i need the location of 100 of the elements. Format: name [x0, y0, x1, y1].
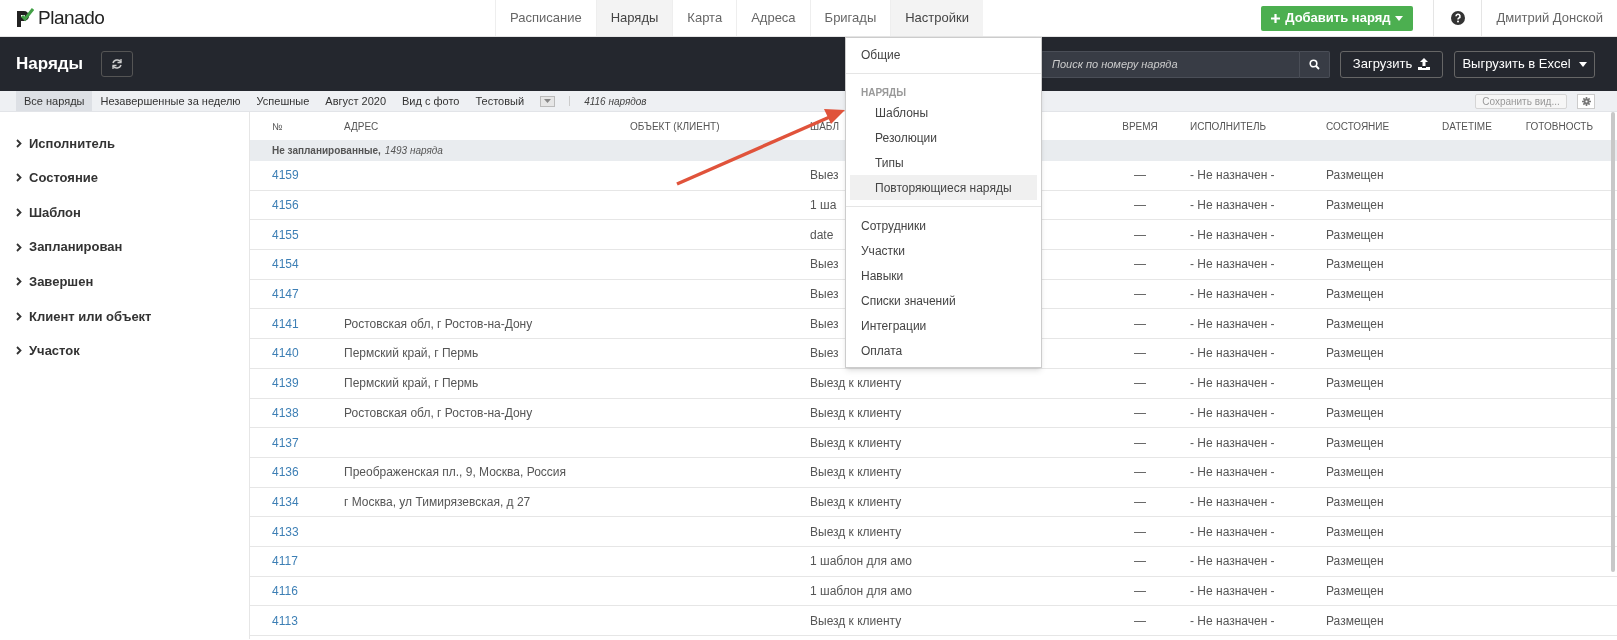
upload-button[interactable]: Загрузить	[1340, 50, 1443, 78]
menu-item[interactable]: Сотрудники	[846, 213, 1041, 238]
template-cell: Выез	[810, 168, 839, 183]
order-link[interactable]: 4159	[272, 168, 299, 183]
nav-tab[interactable]: Наряды	[595, 0, 673, 36]
menu-item[interactable]: Списки значений	[846, 288, 1041, 313]
order-link[interactable]: 4147	[272, 287, 299, 302]
menu-item[interactable]: Резолюции	[850, 125, 1037, 150]
menu-item[interactable]: Общие	[846, 42, 1041, 67]
menu-item[interactable]: Повторяющиеся наряды	[850, 175, 1037, 200]
executor-cell: - Не назначен -	[1190, 346, 1275, 361]
template-cell: 1 ша	[810, 198, 837, 213]
help-icon[interactable]	[1451, 11, 1465, 25]
executor-cell: - Не назначен -	[1190, 583, 1275, 598]
order-link[interactable]: 4116	[272, 583, 298, 598]
order-link[interactable]: 4156	[272, 198, 299, 213]
time-cell: —	[1134, 435, 1146, 450]
column-header[interactable]: АДРЕС	[344, 120, 379, 132]
group-label: Не запланированные,	[272, 144, 381, 158]
template-cell: Выез	[810, 316, 839, 331]
order-link[interactable]: 4140	[272, 346, 299, 361]
template-cell: Выез	[810, 346, 839, 361]
executor-cell: - Не назначен -	[1190, 554, 1275, 569]
refresh-icon	[111, 58, 124, 70]
order-link[interactable]: 4138	[272, 405, 299, 420]
chevron-right-icon	[16, 242, 22, 252]
chevron-right-icon	[16, 346, 22, 356]
views-dropdown-button[interactable]	[540, 95, 556, 107]
time-cell: —	[1134, 257, 1146, 272]
search-field[interactable]: Поиск по номеру наряда	[1041, 50, 1300, 78]
address-cell: Преображенская пл., 9, Москва, Россия	[344, 465, 567, 480]
state-cell: Размещен	[1326, 465, 1384, 480]
menu-item[interactable]: Интеграции	[846, 313, 1041, 338]
state-cell: Размещен	[1326, 405, 1384, 420]
executor-cell: - Не назначен -	[1190, 613, 1275, 628]
template-cell: Выез	[810, 257, 839, 272]
filter-item[interactable]: Исполнитель	[0, 126, 115, 161]
user-name[interactable]: Дмитрий Донской	[1496, 8, 1603, 28]
menu-item[interactable]: Шаблоны	[850, 100, 1037, 125]
state-cell: Размещен	[1326, 257, 1384, 272]
menu-item[interactable]: Навыки	[846, 263, 1041, 288]
menu-section-header: НАРЯДЫ	[860, 86, 907, 100]
refresh-button[interactable]	[101, 51, 134, 77]
order-link[interactable]: 4139	[272, 376, 299, 391]
column-header[interactable]: №	[272, 120, 283, 132]
order-link[interactable]: 4133	[272, 524, 299, 539]
view-tab[interactable]: Тестовый	[467, 91, 533, 111]
order-link[interactable]: 4134	[272, 494, 299, 509]
order-link[interactable]: 4113	[272, 613, 298, 628]
filter-item[interactable]: Шаблон	[0, 195, 81, 230]
state-cell: Размещен	[1326, 613, 1384, 628]
order-link[interactable]: 4155	[272, 227, 299, 242]
menu-item[interactable]: Типы	[850, 150, 1037, 175]
settings-icon	[1581, 96, 1591, 106]
filter-item[interactable]: Клиент или объект	[0, 298, 152, 334]
state-cell: Размещен	[1326, 524, 1384, 539]
column-header[interactable]: ГОТОВНОСТЬ	[1525, 120, 1593, 132]
column-header[interactable]: СОСТОЯНИЕ	[1326, 120, 1390, 132]
time-cell: —	[1134, 198, 1146, 213]
view-tab[interactable]: Успешные	[248, 91, 318, 111]
order-link[interactable]: 4117	[272, 554, 298, 569]
address-cell: Ростовская обл, г Ростов-на-Дону	[344, 316, 533, 331]
order-link[interactable]: 4137	[272, 435, 299, 450]
column-header[interactable]: DATETIME	[1442, 120, 1492, 132]
view-tab[interactable]: Все наряды	[16, 91, 93, 111]
filter-item[interactable]: Состояние	[0, 160, 98, 196]
chevron-right-icon	[16, 277, 22, 287]
filter-item[interactable]: Участок	[0, 333, 80, 369]
executor-cell: - Не назначен -	[1190, 168, 1275, 183]
chevron-right-icon	[16, 311, 22, 321]
export-button[interactable]: Выгрузить в Excel	[1454, 50, 1595, 78]
menu-item[interactable]: Участки	[846, 238, 1041, 263]
nav-tab[interactable]: Настройки	[890, 0, 983, 36]
order-link[interactable]: 4141	[272, 316, 299, 331]
filter-item[interactable]: Завершен	[0, 264, 94, 299]
chevron-right-icon	[16, 138, 22, 148]
executor-cell: - Не назначен -	[1190, 524, 1275, 539]
column-header[interactable]: ИСПОЛНИТЕЛЬ	[1190, 120, 1267, 132]
order-link[interactable]: 4136	[272, 465, 299, 480]
state-cell: Размещен	[1326, 494, 1384, 509]
page-title: Наряды	[16, 53, 84, 76]
state-cell: Размещен	[1326, 168, 1384, 183]
address-cell: Ростовская обл, г Ростов-на-Дону	[344, 405, 533, 420]
filter-item[interactable]: Запланирован	[0, 229, 123, 265]
settings-button[interactable]	[1577, 93, 1595, 109]
state-cell: Размещен	[1326, 198, 1384, 213]
column-header[interactable]: ОБЪЕКТ (КЛИЕНТ)	[630, 120, 720, 132]
column-header[interactable]: ВРЕМЯ	[1122, 120, 1158, 132]
executor-cell: - Не назначен -	[1190, 435, 1275, 450]
time-cell: —	[1134, 168, 1146, 183]
view-tab[interactable]: Незавершенные за неделю	[92, 91, 249, 111]
search-icon[interactable]	[1309, 58, 1320, 70]
view-tab[interactable]: Август 2020	[317, 91, 394, 111]
state-cell: Размещен	[1326, 287, 1384, 302]
template-cell: Выезд к клиенту	[810, 613, 902, 628]
time-cell: —	[1134, 376, 1146, 391]
menu-item[interactable]: Оплата	[846, 338, 1041, 363]
state-cell: Размещен	[1326, 554, 1384, 569]
view-tab[interactable]: Вид с фото	[394, 91, 468, 111]
order-link[interactable]: 4154	[272, 257, 299, 272]
